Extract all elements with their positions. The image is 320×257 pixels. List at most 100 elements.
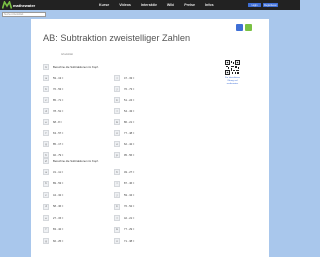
item-expression: 92 - 79 = (53, 153, 64, 157)
exercise-item: g 85 - 17 = (43, 141, 63, 147)
item-expression: 87 - 46 = (124, 182, 135, 185)
item-expression: 27 - 15 = (53, 216, 64, 220)
exercise-item: l 54 - 43 = (114, 108, 134, 114)
item-expression: 85 - 71 = (53, 98, 64, 102)
exercise-item: l 42 - 21 = (114, 215, 134, 221)
item-expression: 76 - 53 = (53, 87, 64, 91)
login-button[interactable]: Login (248, 3, 261, 7)
item-expression: 31 - 11 = (53, 170, 64, 174)
item-letter: m (114, 226, 120, 233)
section-instruction: Berechne die Subtraktionen im Kopf. (53, 65, 99, 69)
item-expression: 77 - 29 = (124, 228, 135, 231)
print-icon[interactable] (236, 24, 243, 35)
section-instruction: Berechne die Subtraktionen im Kopf. (53, 159, 99, 163)
section-number: 2 (43, 158, 49, 164)
item-expression: 54 - 43 = (124, 109, 135, 113)
item-expression: 76 - 73 = (124, 87, 135, 91)
item-expression: 44 - 32 = (53, 193, 64, 197)
item-letter: k (114, 97, 120, 103)
exercise-item: g 66 - 25 = (43, 238, 63, 244)
exercise-item: f 63 - 57 = (43, 130, 63, 136)
item-letter: g (43, 238, 49, 244)
exercise-item: d 78 - 51 = (43, 108, 63, 114)
register-button[interactable]: Registrieren (263, 3, 278, 7)
item-expression: 83 - 42 = (53, 228, 64, 231)
item-letter: a (43, 75, 49, 81)
nav-item-wiki[interactable]: Wiki (167, 3, 174, 7)
item-letter: d (43, 108, 49, 114)
exercise-item: f 83 - 42 = (43, 226, 64, 233)
item-letter: n (114, 238, 120, 244)
item-letter: l (114, 215, 120, 221)
exercise-section-2: 2 Berechne die Subtraktionen im Kopf. a3… (43, 158, 219, 249)
item-letter: f (43, 226, 49, 233)
exercise-item: n 77 - 48 = (114, 130, 134, 136)
exercise-item: i 47 - 33 = (114, 75, 134, 81)
item-expression: 71 - 38 = (124, 239, 135, 243)
exercise-item: i 87 - 46 = (114, 180, 135, 187)
item-expression: 58 - 36 = (53, 205, 64, 208)
item-letter: l (114, 108, 120, 114)
item-letter: c (43, 97, 49, 103)
exercise-item: o 62 - 42 = (114, 141, 134, 147)
section-number: 1 (43, 64, 49, 70)
item-expression: 59 - 13 = (53, 76, 64, 80)
exercise-item: e 68 - 8 = (43, 119, 62, 125)
exercise-item: c 85 - 71 = (43, 97, 63, 103)
exercise-item: a 31 - 11 = (43, 169, 63, 175)
exercise-item: k 76 - 52 = (114, 203, 134, 210)
item-expression: 78 - 51 = (53, 109, 64, 113)
item-expression: 42 - 21 = (124, 216, 135, 220)
item-expression: 62 - 42 = (124, 142, 135, 146)
item-letter: i (114, 75, 120, 81)
item-expression: 77 - 48 = (124, 131, 135, 135)
item-letter: g (43, 141, 49, 147)
item-letter: e (43, 215, 49, 221)
brand-name: mathewater (13, 2, 36, 8)
item-expression: 63 - 57 = (53, 131, 64, 135)
nav-item-preise[interactable]: Preise (184, 3, 195, 7)
qr-code-icon[interactable] (225, 60, 240, 75)
logo-icon (2, 1, 12, 9)
exercise-item: j 59 - 34 = (114, 192, 134, 198)
worksheet-card: AB: Subtraktion zweistelliger Zahlen Arb… (31, 19, 269, 257)
nav-item-kurse[interactable]: Kurse (99, 3, 109, 7)
item-expression: 85 - 17 = (53, 142, 64, 146)
item-letter: i (114, 180, 120, 187)
qr-label[interactable]: Zur interaktiven Übung auf mathewater (222, 77, 243, 86)
item-letter: c (43, 192, 49, 198)
item-letter: j (114, 86, 120, 92)
item-expression: 86 - 21 = (124, 120, 135, 124)
download-icon[interactable] (245, 24, 252, 36)
item-letter: d (43, 203, 49, 210)
nav-item-videos[interactable]: Videos (119, 3, 131, 7)
item-expression: 95 - 56 = (124, 153, 135, 157)
item-letter: b (43, 180, 49, 187)
search-input[interactable]: Suche Arbeitsblatt (2, 12, 46, 17)
exercise-item: e 27 - 15 = (43, 215, 63, 221)
exercise-section-1: 1 Berechne die Subtraktionen im Kopf. a5… (43, 64, 219, 163)
exercise-item: c 44 - 32 = (43, 192, 63, 198)
exercise-item: m 86 - 21 = (114, 119, 134, 125)
item-expression: 47 - 33 = (124, 76, 135, 80)
item-expression: 89 - 53 = (53, 182, 64, 185)
top-navbar: mathewater Kurse Videos Interaktiv Wiki … (0, 0, 300, 10)
page-title: AB: Subtraktion zweistelliger Zahlen (43, 33, 191, 43)
item-letter: a (43, 169, 49, 175)
exercise-item: m 77 - 29 = (114, 226, 135, 233)
exercise-item: j 76 - 73 = (114, 86, 134, 92)
main-nav: Kurse Videos Interaktiv Wiki Preise Info… (99, 0, 214, 10)
item-letter: f (43, 130, 49, 136)
item-letter: e (43, 119, 49, 125)
item-expression: 49 - 27 = (124, 170, 135, 174)
exercise-item: a 59 - 13 = (43, 75, 63, 81)
item-expression: 68 - 8 = (53, 120, 62, 124)
item-letter: o (114, 141, 120, 147)
exercise-item: h 49 - 27 = (114, 169, 134, 175)
nav-item-interaktiv[interactable]: Interaktiv (141, 3, 157, 7)
exercise-item: k 51 - 24 = (114, 97, 134, 103)
brand-logo[interactable]: mathewater (2, 0, 35, 10)
byline: Arbeitsblatt (61, 53, 73, 56)
nav-item-infos[interactable]: Infos (205, 3, 214, 7)
exercise-item: d 58 - 36 = (43, 203, 64, 210)
